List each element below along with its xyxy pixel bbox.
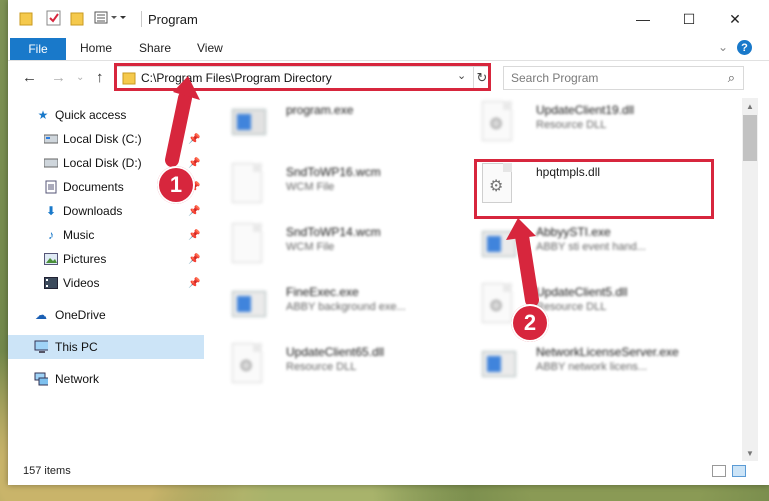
callout-step-1: 1 — [157, 166, 195, 204]
arrow-1 — [165, 91, 192, 167]
callout-step-2: 2 — [511, 304, 549, 342]
arrow-2-head — [506, 218, 536, 240]
arrow-2 — [515, 229, 539, 307]
tutorial-arrows — [165, 76, 539, 307]
